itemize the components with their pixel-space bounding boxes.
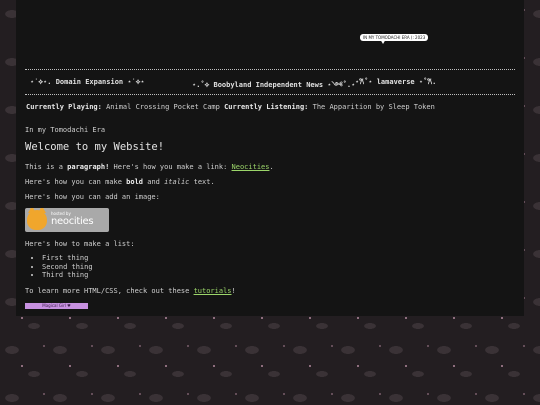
para-prefix: This is a	[25, 163, 68, 171]
list-item: Third thing	[42, 271, 93, 280]
para-middle: Here's how you make a link:	[109, 163, 232, 171]
learn-prefix: To learn more HTML/CSS, check out these	[25, 287, 194, 295]
format-bold: bold	[126, 178, 144, 186]
divider-top	[25, 69, 515, 70]
page-title: Welcome to my Website!	[25, 141, 165, 153]
cat-mascot-icon	[27, 208, 47, 230]
paragraph-link-line: This is a paragraph! Here's how you make…	[25, 163, 274, 171]
example-list: First thing Second thing Third thing	[32, 254, 93, 280]
neocities-badge-image: hosted by neocities	[25, 208, 109, 232]
list-item: First thing	[42, 254, 93, 263]
speech-bubble: IN MY TOMODACHI ERA (: 2023	[360, 34, 429, 41]
divider-bottom	[25, 94, 515, 95]
listening-value: The Apparition by Sleep Token	[312, 103, 435, 111]
para-suffix: .	[269, 163, 274, 171]
nav-link-domain-expansion[interactable]: ⋆˙⟡⋆. Domain Expansion ⋆˙⟡⋆	[30, 78, 145, 87]
speech-bubble-tail	[380, 39, 386, 44]
playing-value: Animal Crossing Pocket Camp	[106, 103, 220, 111]
playing-label: Currently Playing:	[26, 103, 102, 111]
format-and: and	[143, 178, 165, 186]
magical-girl-badge[interactable]: Magical Girl ♥	[25, 303, 88, 309]
para-bold: paragraph!	[67, 163, 110, 171]
status-bar: Currently Playing: Animal Crossing Pocke…	[26, 103, 435, 111]
tutorials-link[interactable]: tutorials	[194, 287, 232, 295]
listening-label: Currently Listening:	[224, 103, 309, 111]
top-nav: ⋆˙⟡⋆. Domain Expansion ⋆˙⟡⋆ ⋆.˚⟡ Boobyla…	[25, 78, 515, 89]
list-item: Second thing	[42, 263, 93, 272]
image-intro-line: Here's how you can add an image:	[25, 193, 160, 201]
learn-suffix: !	[231, 287, 236, 295]
learn-more-line: To learn more HTML/CSS, check out these …	[25, 287, 236, 295]
list-intro-line: Here's how to make a list:	[25, 240, 135, 248]
format-prefix: Here's how you can make	[25, 178, 127, 186]
format-italic: italic	[164, 178, 190, 186]
era-text: In my Tomodachi Era	[25, 126, 106, 134]
badge-brand-text: neocities	[51, 216, 94, 227]
neocities-link[interactable]: Neocities	[232, 163, 270, 171]
formatting-line: Here's how you can make bold and italic …	[25, 178, 215, 186]
format-suffix: text.	[189, 178, 215, 186]
nav-link-lamaverse[interactable]: ⋆𐙚˚⋆ lamaverse ⋆˚𐙚.	[355, 78, 436, 87]
